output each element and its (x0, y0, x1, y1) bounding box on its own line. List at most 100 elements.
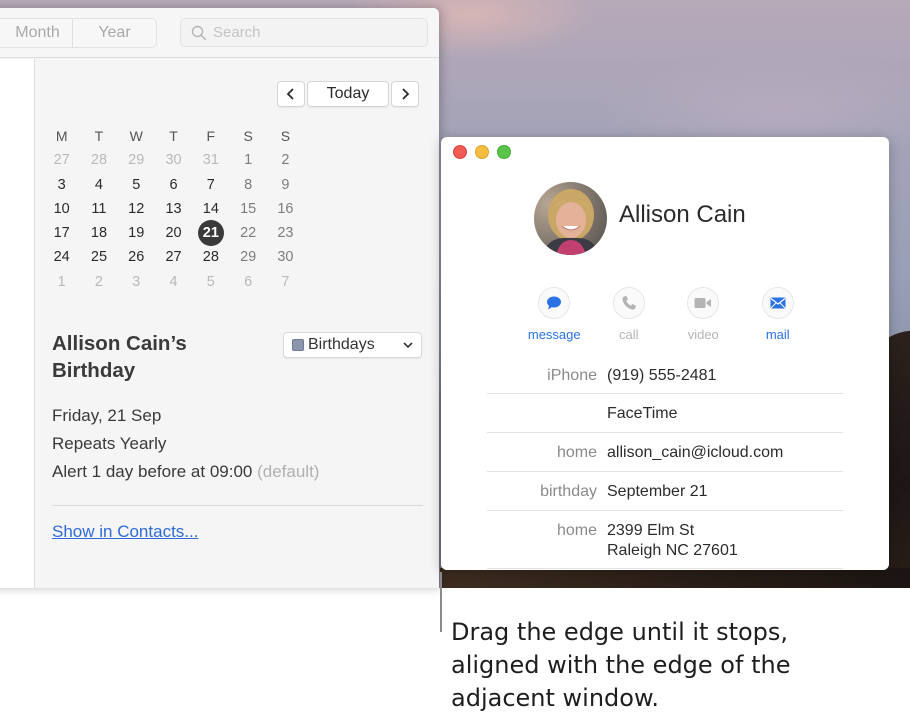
day-number: 11 (91, 200, 107, 217)
day-cell[interactable]: 20 (155, 221, 192, 245)
minimize-button[interactable] (475, 145, 489, 159)
day-number: 2 (94, 273, 103, 290)
day-number: 6 (169, 176, 178, 193)
window-controls (453, 145, 511, 159)
day-cell[interactable]: 3 (118, 270, 155, 294)
field-value: September 21 (607, 483, 708, 500)
day-cell[interactable]: 9 (267, 173, 304, 197)
video-action-label: video (687, 327, 719, 342)
calendar-sidebar (0, 59, 35, 588)
day-cell[interactable]: 6 (229, 270, 266, 294)
day-cell[interactable]: 11 (80, 197, 117, 221)
day-number: 4 (94, 176, 103, 193)
day-cell[interactable]: 28 (192, 245, 229, 269)
day-cell[interactable]: 7 (192, 173, 229, 197)
day-number: 12 (128, 200, 145, 217)
weekday-header: F (206, 128, 216, 144)
year-view-button[interactable]: Year (73, 19, 156, 47)
day-number: 5 (132, 176, 141, 193)
call-action[interactable]: call (592, 287, 667, 342)
day-cell[interactable]: 2 (80, 270, 117, 294)
day-cell[interactable]: 30 (267, 245, 304, 269)
divider (52, 505, 423, 506)
field-value: (919) 555-2481 (607, 367, 717, 384)
day-cell[interactable]: 18 (80, 221, 117, 245)
close-button[interactable] (453, 145, 467, 159)
chevron-right-icon (402, 88, 410, 100)
email-field[interactable]: home allison_cain@icloud.com (487, 433, 843, 472)
day-cell[interactable]: 27 (43, 148, 80, 172)
event-alert[interactable]: Alert 1 day before at 09:00 (default) (52, 458, 319, 486)
address-field[interactable]: home 2399 Elm St Raleigh NC 27601 (487, 511, 843, 569)
day-cell[interactable]: 25 (80, 245, 117, 269)
contact-fields: iPhone (919) 555-2481 FaceTime home alli… (487, 361, 843, 569)
previous-button[interactable] (277, 81, 305, 107)
birthday-field[interactable]: birthday September 21 (487, 472, 843, 511)
event-alert-text: Alert 1 day before at 09:00 (52, 462, 253, 481)
day-number: 28 (202, 249, 219, 266)
day-number: 29 (240, 249, 257, 266)
weekday-header: S (280, 128, 291, 144)
video-action[interactable]: video (666, 287, 741, 342)
day-cell[interactable]: 3 (43, 173, 80, 197)
day-number: 25 (90, 249, 108, 266)
search-field[interactable]: Search (180, 18, 428, 47)
day-number: 26 (128, 249, 145, 266)
day-number: 8 (244, 176, 253, 193)
message-action[interactable]: message (517, 287, 592, 342)
event-date: Friday, 21 Sep (52, 406, 162, 425)
day-cell[interactable]: 29 (229, 245, 266, 269)
day-cell[interactable]: 14 (192, 197, 229, 221)
month-view-button[interactable]: Month (0, 19, 73, 47)
day-cell[interactable]: 26 (118, 245, 155, 269)
day-cell[interactable]: 5 (118, 173, 155, 197)
day-cell[interactable]: 30 (155, 148, 192, 172)
day-number: 29 (128, 152, 145, 169)
today-button[interactable]: Today (307, 81, 389, 107)
day-cell[interactable]: 13 (155, 197, 192, 221)
chevron-left-icon (286, 88, 294, 100)
next-button[interactable] (391, 81, 419, 107)
day-cell[interactable]: 15 (229, 197, 266, 221)
field-label: birthday (540, 483, 597, 500)
day-cell[interactable]: 2 (267, 148, 304, 172)
facetime-field[interactable]: FaceTime (487, 394, 843, 433)
day-cell[interactable]: 12 (118, 197, 155, 221)
day-cell-selected[interactable]: 21 (192, 220, 229, 247)
day-cell[interactable]: 28 (80, 148, 117, 172)
calendar-select[interactable]: Birthdays (283, 332, 422, 358)
day-number: 9 (281, 176, 290, 193)
calendar-toolbar: Month Year Search (0, 8, 439, 58)
chevron-down-icon (403, 342, 413, 349)
contact-name: Allison Cain (619, 201, 746, 228)
day-cell[interactable]: 1 (43, 270, 80, 294)
day-cell[interactable]: 4 (155, 270, 192, 294)
weekday-header: T (169, 128, 178, 144)
mail-action-label: mail (765, 327, 790, 342)
day-number: 17 (53, 225, 70, 242)
week-row: 3 4 5 6 7 8 9 (43, 173, 304, 197)
mail-action[interactable]: mail (741, 287, 816, 342)
day-cell[interactable]: 24 (43, 245, 80, 269)
day-cell[interactable]: 22 (229, 221, 266, 245)
show-in-contacts-link[interactable]: Show in Contacts... (52, 522, 198, 542)
day-cell[interactable]: 6 (155, 173, 192, 197)
day-cell[interactable]: 8 (229, 173, 266, 197)
phone-icon (622, 296, 636, 310)
zoom-button[interactable] (497, 145, 511, 159)
day-cell[interactable]: 29 (118, 148, 155, 172)
day-cell[interactable]: 23 (267, 221, 304, 245)
day-cell[interactable]: 10 (43, 197, 80, 221)
day-cell[interactable]: 1 (229, 148, 266, 172)
day-cell[interactable]: 17 (43, 221, 80, 245)
day-cell[interactable]: 27 (155, 245, 192, 269)
day-cell[interactable]: 4 (80, 173, 117, 197)
day-cell[interactable]: 19 (118, 221, 155, 245)
day-cell[interactable]: 7 (267, 270, 304, 294)
day-number: 5 (206, 273, 215, 290)
day-cell[interactable]: 16 (267, 197, 304, 221)
view-segmented-control: Month Year (0, 18, 157, 48)
phone-field[interactable]: iPhone (919) 555-2481 (487, 361, 843, 394)
day-cell[interactable]: 31 (192, 148, 229, 172)
day-cell[interactable]: 5 (192, 270, 229, 294)
